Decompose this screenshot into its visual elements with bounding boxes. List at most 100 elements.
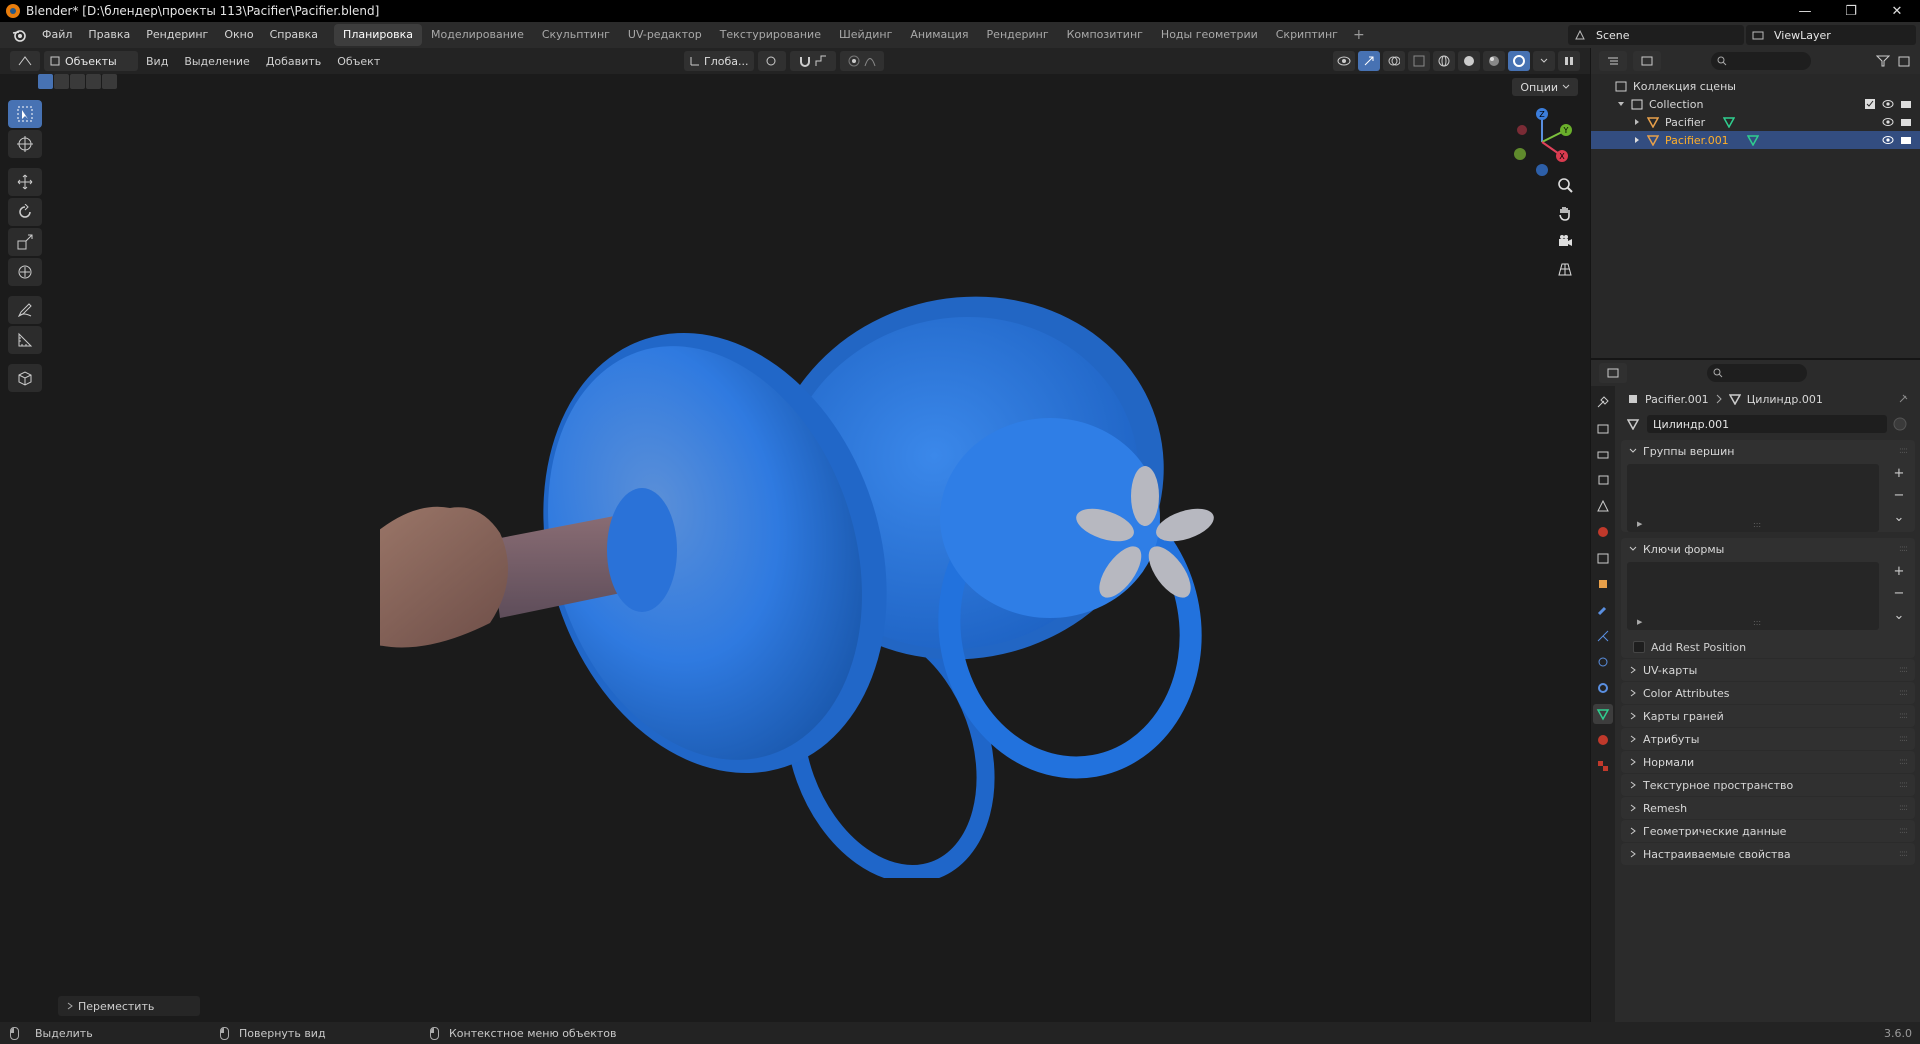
camera-icon[interactable] <box>1900 116 1912 128</box>
viewport-menu-view[interactable]: Вид <box>138 55 176 68</box>
measure-tool[interactable] <box>8 326 42 354</box>
tab-geometry-nodes[interactable]: Ноды геометрии <box>1152 24 1267 46</box>
shading-rendered-button[interactable] <box>1508 51 1530 71</box>
annotate-tool[interactable] <box>8 296 42 324</box>
collapsed-panel-header[interactable]: Настраиваемые свойства:::: <box>1621 843 1915 865</box>
pan-button[interactable] <box>1553 202 1577 224</box>
drag-grip-icon[interactable]: :::: <box>1899 665 1908 675</box>
mesh-data-icon[interactable] <box>1746 134 1759 146</box>
drag-grip-icon[interactable]: :::: <box>1899 757 1908 767</box>
tab-output[interactable] <box>1593 444 1613 464</box>
menu-file[interactable]: Файл <box>34 22 80 48</box>
select-box-tool[interactable] <box>8 100 42 128</box>
select-extend-button[interactable] <box>54 74 69 89</box>
camera-view-button[interactable] <box>1553 230 1577 252</box>
tree-row-pacifier[interactable]: Pacifier <box>1591 113 1920 131</box>
pivot-point-dropdown[interactable] <box>758 51 786 71</box>
drag-grip-icon[interactable]: :::: <box>1899 734 1908 744</box>
menu-help[interactable]: Справка <box>262 22 326 48</box>
tab-data[interactable] <box>1593 704 1613 724</box>
collapsed-panel-header[interactable]: Remesh:::: <box>1621 797 1915 819</box>
tab-constraints[interactable] <box>1593 678 1613 698</box>
tree-row-pacifier-001[interactable]: Pacifier.001 <box>1591 131 1920 149</box>
properties-editor-type-button[interactable] <box>1599 363 1627 383</box>
select-new-button[interactable] <box>38 74 53 89</box>
view-layer-selector[interactable]: ViewLayer <box>1746 25 1916 45</box>
list-resize-handle[interactable]: ::: <box>1753 520 1761 529</box>
drag-grip-icon[interactable]: :::: <box>1899 780 1908 790</box>
shading-options-dropdown[interactable] <box>1533 51 1555 71</box>
new-collection-icon[interactable] <box>1898 55 1912 67</box>
rotate-tool[interactable] <box>8 198 42 226</box>
camera-icon[interactable] <box>1900 134 1912 146</box>
tree-row-scene-collection[interactable]: Коллекция сцены <box>1591 77 1920 95</box>
add-vertex-group-button[interactable]: + <box>1889 464 1909 482</box>
shading-material-button[interactable] <box>1483 51 1505 71</box>
neg-y-axis-handle[interactable] <box>1514 148 1526 160</box>
mesh-name-field[interactable]: Цилиндр.001 <box>1647 415 1887 433</box>
tab-shading[interactable]: Шейдинг <box>830 24 901 46</box>
drag-grip-icon[interactable]: :::: <box>1899 688 1908 698</box>
outliner-editor-type-button[interactable] <box>1599 51 1627 71</box>
cursor-tool[interactable] <box>8 130 42 158</box>
neg-z-axis-handle[interactable] <box>1536 164 1548 176</box>
perspective-toggle-button[interactable] <box>1553 258 1577 280</box>
select-intersect-button[interactable] <box>102 74 117 89</box>
collapsed-panel-header[interactable]: Карты граней:::: <box>1621 705 1915 727</box>
collapsed-panel-header[interactable]: Атрибуты:::: <box>1621 728 1915 750</box>
tab-material[interactable] <box>1593 730 1613 750</box>
drag-grip-icon[interactable]: :::: <box>1899 544 1908 554</box>
expand-arrow-icon[interactable] <box>1633 136 1641 144</box>
list-resize-handle[interactable]: ::: <box>1753 618 1761 627</box>
tab-object[interactable] <box>1593 574 1613 594</box>
eye-icon[interactable] <box>1882 98 1894 110</box>
menu-window[interactable]: Окно <box>216 22 261 48</box>
list-expand-icon[interactable]: ▶ <box>1637 520 1642 528</box>
tab-render[interactable] <box>1593 418 1613 438</box>
fake-user-shield-icon[interactable] <box>1893 417 1907 431</box>
xray-toggle[interactable] <box>1408 51 1430 71</box>
editor-type-button[interactable] <box>10 51 40 71</box>
shape-keys-list[interactable]: ▶ ::: <box>1627 562 1879 630</box>
3d-viewport[interactable]: Объекты Вид Выделение Добавить Объект Гл… <box>0 48 1590 1022</box>
close-button[interactable]: ✕ <box>1874 0 1920 22</box>
minimize-button[interactable]: — <box>1782 0 1828 22</box>
neg-x-axis-handle[interactable] <box>1517 125 1527 135</box>
drag-grip-icon[interactable]: :::: <box>1899 711 1908 721</box>
tab-animation[interactable]: Анимация <box>901 24 977 46</box>
blender-menu-icon[interactable] <box>8 24 30 46</box>
remove-vertex-group-button[interactable]: − <box>1889 486 1909 504</box>
filter-icon[interactable] <box>1876 55 1890 67</box>
menu-render[interactable]: Рендеринг <box>138 22 216 48</box>
collapsed-panel-header[interactable]: Нормали:::: <box>1621 751 1915 773</box>
tab-texture[interactable] <box>1593 756 1613 776</box>
pause-render-button[interactable] <box>1558 51 1580 71</box>
proportional-editing-dropdown[interactable] <box>840 51 884 71</box>
camera-icon[interactable] <box>1900 98 1912 110</box>
move-tool[interactable] <box>8 168 42 196</box>
select-subtract-button[interactable] <box>70 74 85 89</box>
add-workspace-button[interactable]: + <box>1347 27 1371 43</box>
collapsed-panel-header[interactable]: Color Attributes:::: <box>1621 682 1915 704</box>
collapsed-panel-header[interactable]: UV-карты:::: <box>1621 659 1915 681</box>
tab-physics[interactable] <box>1593 652 1613 672</box>
drag-grip-icon[interactable]: :::: <box>1899 849 1908 859</box>
remove-shape-key-button[interactable]: − <box>1889 584 1909 602</box>
tab-modeling[interactable]: Моделирование <box>422 24 533 46</box>
vertex-group-specials-button[interactable]: ⌄ <box>1889 508 1909 526</box>
drag-grip-icon[interactable]: :::: <box>1899 446 1908 456</box>
navigation-gizmo[interactable]: Z Y X <box>1500 100 1580 180</box>
viewport-menu-select[interactable]: Выделение <box>176 55 258 68</box>
tab-tool[interactable] <box>1593 392 1613 412</box>
scale-tool[interactable] <box>8 228 42 256</box>
collapsed-panel-header[interactable]: Текстурное пространство:::: <box>1621 774 1915 796</box>
tree-row-collection[interactable]: Collection <box>1591 95 1920 113</box>
tab-rendering[interactable]: Рендеринг <box>978 24 1058 46</box>
list-expand-icon[interactable]: ▶ <box>1637 618 1642 626</box>
drag-grip-icon[interactable]: :::: <box>1899 803 1908 813</box>
display-mode-dropdown[interactable] <box>1633 51 1661 71</box>
pin-icon[interactable] <box>1897 393 1909 405</box>
tab-scripting[interactable]: Скриптинг <box>1267 24 1347 46</box>
last-operator-panel[interactable]: Переместить <box>58 996 200 1016</box>
tab-sculpting[interactable]: Скульптинг <box>533 24 619 46</box>
